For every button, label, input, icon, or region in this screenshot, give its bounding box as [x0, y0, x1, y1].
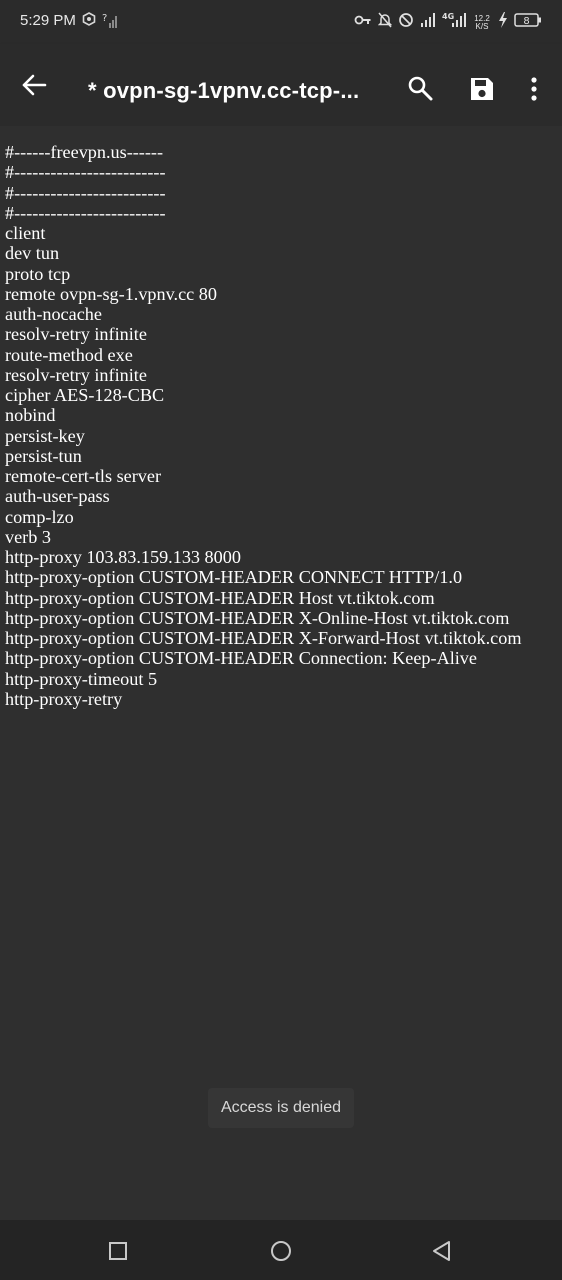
svg-text:8: 8: [523, 16, 529, 27]
editor-line: http-proxy-option CUSTOM-HEADER CONNECT …: [5, 567, 463, 588]
more-options-button[interactable]: [524, 75, 544, 103]
editor-line: #-------------------------: [5, 182, 166, 203]
search-button[interactable]: [406, 74, 434, 102]
editor-content[interactable]: #------freevpn.us------ #----------------…: [5, 142, 561, 709]
hexagon-app-icon: [82, 12, 96, 35]
more-vert-icon: [531, 77, 537, 101]
bell-off-icon: [377, 12, 393, 33]
network-speed: 12.2 K/S: [474, 13, 490, 31]
back-button[interactable]: [18, 71, 52, 99]
status-time: 5:29 PM: [20, 12, 76, 29]
editor-line: http-proxy-option CUSTOM-HEADER X-Online…: [5, 607, 510, 628]
editor-line: http-proxy-option CUSTOM-HEADER X-Forwar…: [5, 628, 522, 648]
editor-line: http-proxy-retry: [5, 688, 123, 709]
page-title: * ovpn-sg-1vpnv.cc-tcp-...: [88, 78, 360, 103]
editor-line: dev tun: [5, 243, 60, 264]
editor-line: http-proxy-option CUSTOM-HEADER Connecti…: [5, 648, 477, 669]
signal-icon: [420, 12, 436, 33]
svg-text:4G: 4G: [442, 12, 454, 21]
do-not-disturb-icon: [398, 12, 414, 33]
editor-line: remote-cert-tls server: [5, 466, 162, 486]
editor-line: verb 3: [5, 526, 51, 547]
editor-line: route-method exe: [5, 344, 133, 365]
status-left-icons: ?: [82, 12, 120, 35]
save-button[interactable]: [468, 75, 496, 103]
status-right-icons: 4G 12.2 K/S 8: [354, 11, 542, 34]
svg-text:?: ?: [102, 13, 107, 24]
editor-line: resolv-retry infinite: [5, 364, 147, 385]
battery-icon: 8: [514, 12, 542, 33]
nav-back-button[interactable]: [430, 1239, 454, 1263]
editor-line: comp-lzo: [5, 506, 74, 527]
editor-line: http-proxy-timeout 5: [5, 668, 158, 689]
recents-button[interactable]: [106, 1239, 130, 1263]
no-signal-icon: ?: [102, 12, 120, 35]
editor-line: resolv-retry infinite: [5, 324, 147, 345]
editor-line: #-------------------------: [5, 162, 166, 183]
editor-line: #------freevpn.us------: [5, 142, 164, 162]
app-bar: * ovpn-sg-1vpnv.cc-tcp-...: [0, 44, 562, 126]
editor-line: proto tcp: [5, 263, 71, 284]
editor-line: auth-user-pass: [5, 486, 110, 507]
navigation-bar: [0, 1220, 562, 1280]
save-icon: [471, 78, 493, 100]
home-button[interactable]: [269, 1239, 293, 1263]
vpn-key-icon: [354, 13, 372, 32]
square-recents-icon: [109, 1242, 127, 1260]
editor-line: cipher AES-128-CBC: [5, 385, 165, 405]
charging-icon: [498, 12, 508, 33]
editor-line: http-proxy 103.83.159.133 8000: [5, 547, 241, 567]
editor-line: client: [5, 223, 46, 243]
arrow-back-icon: [22, 74, 47, 96]
editor-line: auth-nocache: [5, 304, 102, 324]
triangle-back-icon: [433, 1241, 450, 1261]
circle-home-icon: [271, 1241, 291, 1261]
editor-line: remote ovpn-sg-1.vpnv.cc 80: [5, 283, 217, 304]
4g-signal-icon: 4G: [442, 11, 466, 34]
search-icon: [408, 76, 433, 101]
editor-line: http-proxy-option CUSTOM-HEADER Host vt.…: [5, 587, 435, 608]
editor-line: nobind: [5, 405, 56, 426]
editor-line: persist-tun: [5, 445, 82, 466]
status-bar: 5:29 PM ? 4G 12.2 K/S 8: [0, 0, 562, 44]
editor-line: persist-key: [5, 425, 85, 446]
editor-line: #-------------------------: [5, 202, 166, 223]
text-editor[interactable]: #------freevpn.us------ #----------------…: [0, 126, 562, 1220]
toast-message: Access is denied: [208, 1088, 354, 1128]
